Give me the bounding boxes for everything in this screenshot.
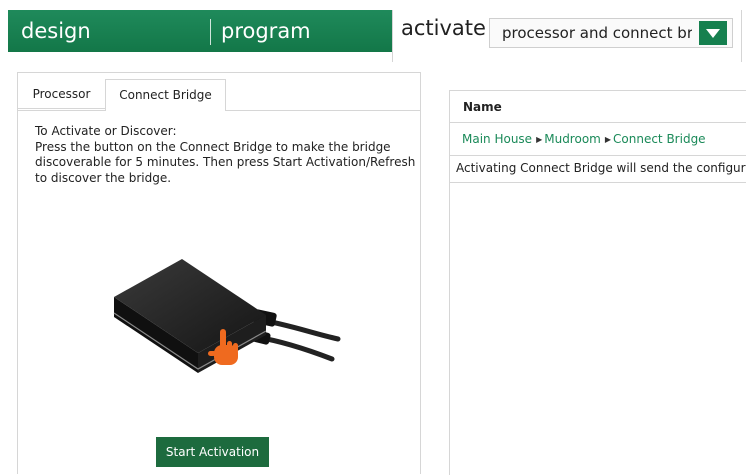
breadcrumb-main-house[interactable]: Main House xyxy=(462,132,532,146)
activation-status-text: Activating Connect Bridge will send the … xyxy=(456,161,746,175)
connect-bridge-illustration xyxy=(113,259,341,373)
bridge-box-icon xyxy=(113,259,267,373)
name-column-header[interactable]: Name xyxy=(450,91,746,123)
triangle-right-icon: ▶ xyxy=(536,135,543,144)
activation-panel: Processor Connect Bridge To Activate or … xyxy=(17,72,421,474)
tab-activate[interactable]: activate xyxy=(401,16,486,40)
mode-tabs-bar: design program xyxy=(8,10,392,52)
breadcrumb-connect-bridge[interactable]: Connect Bridge xyxy=(613,132,706,146)
chevron-down-icon[interactable] xyxy=(699,21,727,45)
status-row: Activating Connect Bridge will send the … xyxy=(450,155,746,183)
subtab-bar: Processor Connect Bridge xyxy=(18,73,420,111)
instructions-heading: To Activate or Discover: xyxy=(35,124,177,138)
tab-connect-bridge[interactable]: Connect Bridge xyxy=(105,79,226,111)
activation-mode-value: processor and connect bridge xyxy=(502,24,692,42)
top-navigation-bar: design program activate processor and co… xyxy=(0,0,746,62)
start-activation-button[interactable]: Start Activation xyxy=(156,437,269,467)
instructions-body: Press the button on the Connect Bridge t… xyxy=(35,139,416,185)
triangle-right-icon: ▶ xyxy=(604,135,612,144)
instructions: To Activate or Discover: Press the butto… xyxy=(35,124,420,186)
activation-mode-select[interactable]: processor and connect bridge xyxy=(489,18,733,48)
tab-program[interactable]: program xyxy=(221,10,311,52)
tab-processor[interactable]: Processor xyxy=(18,79,105,109)
tab-divider xyxy=(210,19,211,45)
tab-activate-panel: activate processor and connect bridge xyxy=(392,10,742,62)
device-list-panel: Name Main House ▶ Mudroom ▶ Connect Bridge A… xyxy=(449,90,746,475)
breadcrumb-mudroom[interactable]: Mudroom xyxy=(544,132,601,146)
tab-design[interactable]: design xyxy=(21,10,91,52)
breadcrumb: Main House ▶ Mudroom ▶ Connect Bridge xyxy=(462,131,746,148)
